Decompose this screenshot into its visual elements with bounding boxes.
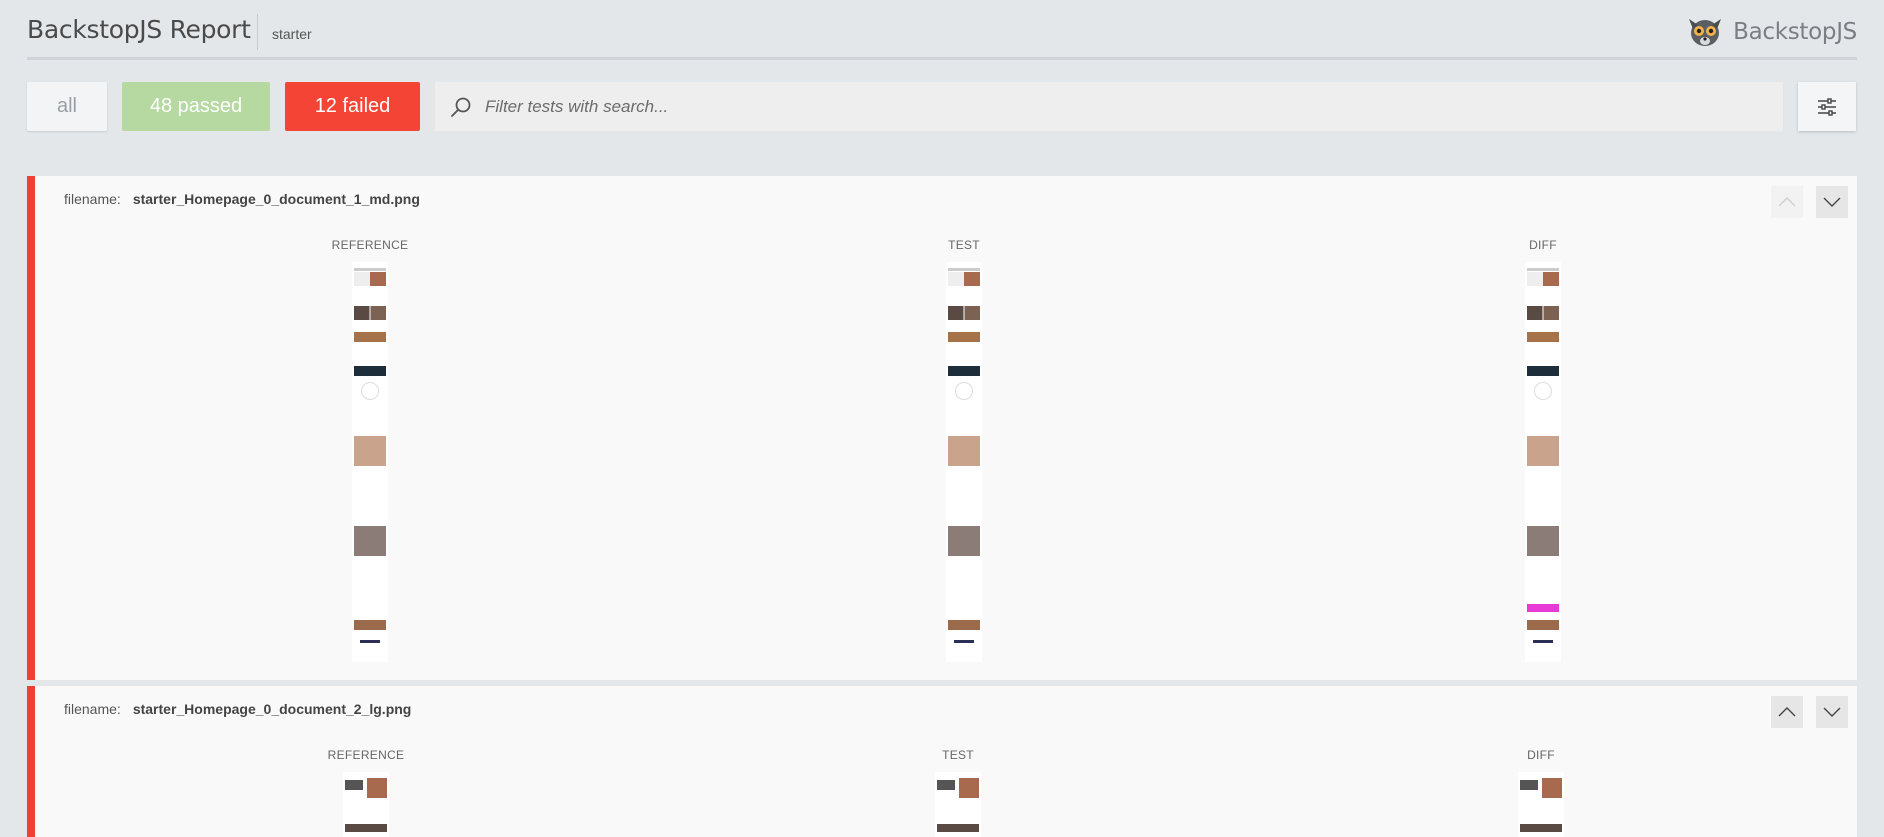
chevron-up-icon xyxy=(1778,707,1796,717)
scroll-down-button[interactable] xyxy=(1816,186,1848,218)
filename-label: filename: xyxy=(64,191,121,207)
diff-image[interactable] xyxy=(1525,262,1561,662)
reference-label: REFERENCE xyxy=(331,238,409,252)
filename-value: starter_Homepage_0_document_1_md.png xyxy=(132,191,420,207)
filename-label: filename: xyxy=(64,701,121,717)
test-image[interactable] xyxy=(946,262,982,662)
test-image[interactable] xyxy=(935,772,981,837)
filter-passed-button[interactable]: 48 passed xyxy=(122,82,270,131)
filename-row: filename: starter_Homepage_0_document_2_… xyxy=(64,701,411,717)
filename-row: filename: starter_Homepage_0_document_1_… xyxy=(64,191,420,207)
search-icon xyxy=(451,97,471,117)
diff-label: DIFF xyxy=(1529,238,1557,252)
page-title: BackstopJS Report xyxy=(27,15,251,44)
search-input[interactable] xyxy=(485,96,1685,117)
scroll-up-button[interactable] xyxy=(1771,696,1803,728)
test-card: filename: starter_Homepage_0_document_2_… xyxy=(27,686,1857,837)
test-label: TEST xyxy=(948,238,980,252)
brand-name: BackstopJS xyxy=(1733,19,1857,45)
scroll-up-button[interactable] xyxy=(1771,186,1803,218)
project-name: starter xyxy=(272,26,312,42)
settings-button[interactable] xyxy=(1798,82,1856,131)
reference-image[interactable] xyxy=(352,262,388,662)
scroll-down-button[interactable] xyxy=(1816,696,1848,728)
report-header: BackstopJS Report starter BackstopJS xyxy=(27,0,1857,60)
sliders-icon xyxy=(1818,97,1836,116)
header-divider xyxy=(257,14,258,50)
brand-logo: BackstopJS xyxy=(1685,12,1857,52)
chevron-up-icon xyxy=(1778,197,1796,207)
diff-label: DIFF xyxy=(1527,748,1555,762)
test-label: TEST xyxy=(942,748,974,762)
filter-all-button[interactable]: all xyxy=(27,82,107,131)
lemur-logo-icon xyxy=(1689,19,1722,46)
reference-label: REFERENCE xyxy=(327,748,405,762)
filter-failed-button[interactable]: 12 failed xyxy=(285,82,420,131)
chevron-down-icon xyxy=(1823,197,1841,207)
search-bar xyxy=(435,82,1783,131)
test-card: filename: starter_Homepage_0_document_1_… xyxy=(27,176,1857,680)
diff-image[interactable] xyxy=(1518,772,1564,837)
chevron-down-icon xyxy=(1823,707,1841,717)
reference-image[interactable] xyxy=(343,772,389,837)
filename-value: starter_Homepage_0_document_2_lg.png xyxy=(132,701,412,717)
